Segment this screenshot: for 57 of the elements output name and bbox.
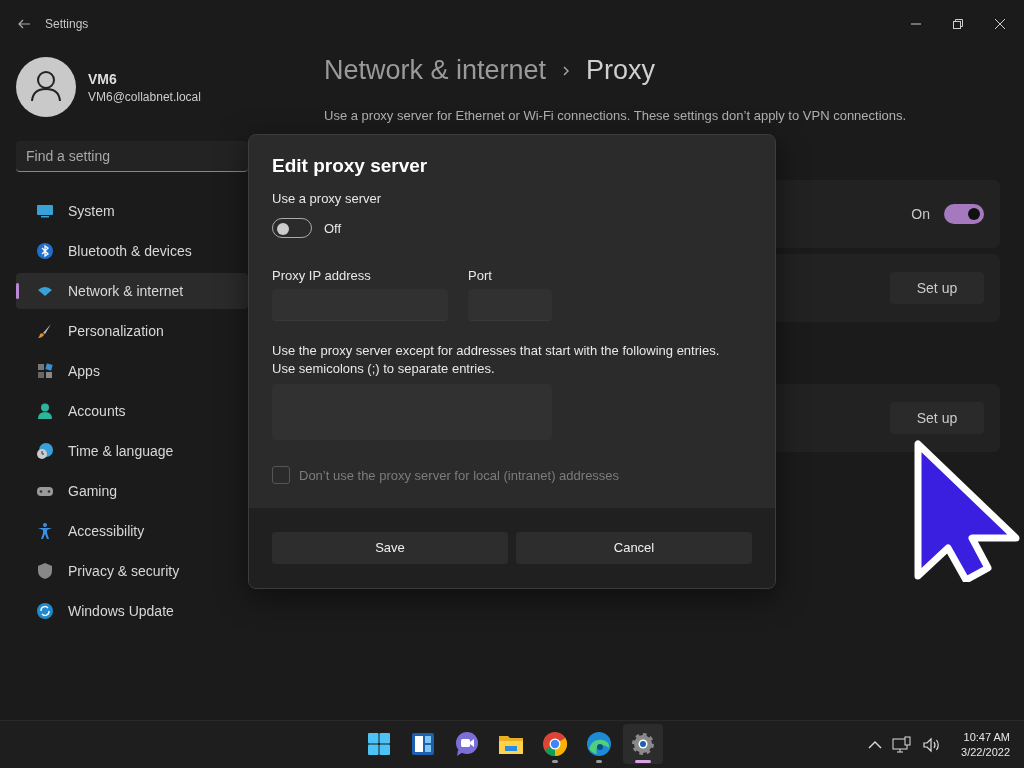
toggle-label: Use a proxy server (272, 191, 383, 206)
bluetooth-icon (36, 242, 54, 260)
nav-item[interactable]: Gaming (16, 473, 248, 509)
gear-icon (629, 730, 657, 758)
nav-item[interactable]: Privacy & security (16, 553, 248, 589)
page-title: Proxy (586, 55, 656, 86)
close-icon[interactable] (995, 19, 1005, 29)
hint-text: Use the proxy server except for addresses that start with the following entries. (272, 343, 721, 358)
field-label: Port (468, 268, 493, 283)
restore-icon[interactable] (953, 19, 963, 29)
page-description: Use a proxy server for Ethernet or Wi-Fi connections. These settings don’t apply to VPN connections. (324, 108, 908, 123)
globe-clock-icon (36, 442, 54, 460)
nav-item[interactable]: Network & internet (16, 273, 248, 309)
window-title: Settings (45, 17, 89, 31)
setup-button[interactable]: Set up (890, 272, 984, 304)
nav-item[interactable]: System (16, 193, 248, 229)
system-icon (36, 202, 54, 220)
nav-item[interactable]: Windows Update (16, 593, 248, 629)
setup-button[interactable]: Set up (890, 402, 984, 434)
nav-item[interactable]: Accounts (16, 393, 248, 429)
dialog-title: Edit proxy server (272, 155, 429, 177)
account-email: VM6@collabnet.local (88, 89, 201, 104)
volume-icon[interactable] (922, 735, 942, 754)
taskbar-app[interactable] (623, 724, 663, 764)
nav-item[interactable]: Bluetooth & devices (16, 233, 248, 269)
clock-time[interactable]: 10:47 AM (963, 731, 1010, 743)
field-label: Proxy IP address (272, 268, 372, 283)
toggle-state: Off (324, 220, 342, 236)
chevron-icon (562, 65, 571, 76)
widgets-icon (409, 730, 437, 758)
account-name: VM6 (88, 70, 118, 87)
checkbox-label: Don’t use the proxy server for local (intranet) addresses (299, 467, 620, 483)
chat-icon (453, 730, 481, 758)
start-icon (365, 730, 393, 758)
search-field[interactable]: Find a setting (16, 141, 248, 172)
cancel-button[interactable]: Cancel (516, 532, 752, 564)
apps-icon (36, 362, 54, 380)
toggle-switch[interactable] (944, 204, 984, 224)
nav-item[interactable]: Time & language (16, 433, 248, 469)
person-icon (36, 402, 54, 420)
accessibility-icon (36, 522, 54, 540)
update-icon (36, 602, 54, 620)
shield-icon (36, 562, 54, 580)
browser-wave-icon (585, 730, 613, 758)
pointer-icon (914, 440, 1022, 582)
hint-text: Use semicolons (;) to separate entries. (272, 361, 496, 376)
avatar-icon (16, 57, 76, 117)
back-icon[interactable] (17, 18, 31, 30)
nav-item[interactable]: Apps (16, 353, 248, 389)
nav-item[interactable]: Accessibility (16, 513, 248, 549)
nav-item[interactable]: Personalization (16, 313, 248, 349)
toggle-state: On (911, 206, 930, 222)
breadcrumb-link[interactable]: Network & internet (324, 55, 547, 86)
network-icon[interactable] (892, 735, 913, 754)
clock-date[interactable]: 3/22/2022 (961, 746, 1010, 758)
browser-icon (541, 730, 569, 758)
save-button[interactable]: Save (272, 532, 508, 564)
